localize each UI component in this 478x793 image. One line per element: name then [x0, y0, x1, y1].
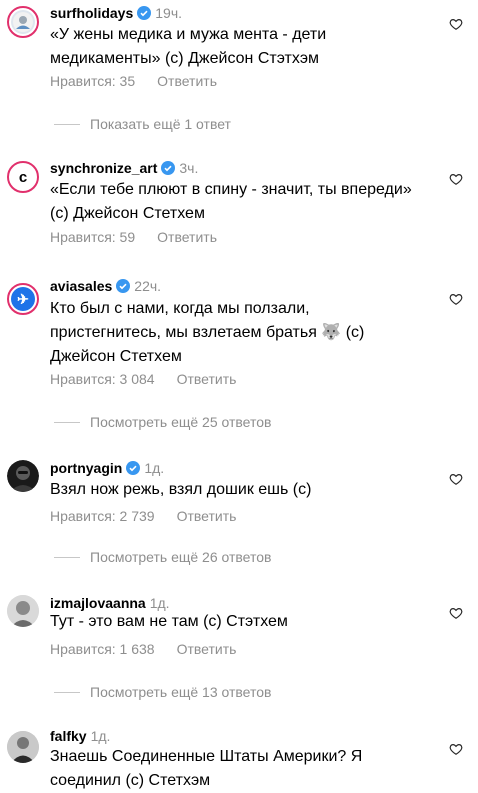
- avatar-image: [7, 731, 39, 763]
- divider-line: [54, 123, 80, 125]
- timestamp: 1д.: [90, 728, 111, 744]
- heart-icon[interactable]: [449, 17, 463, 31]
- likes-count[interactable]: Нравится: 2 739: [50, 508, 155, 524]
- avatar-logo: c: [11, 165, 35, 189]
- show-replies-label: Посмотреть ещё 26 ответов: [90, 549, 272, 565]
- comment-text: Знаешь Соединенные Штаты Америки? Я соед…: [50, 748, 363, 789]
- avatar[interactable]: c: [7, 161, 39, 193]
- person-photo-icon: [10, 466, 36, 492]
- person-photo-icon: [7, 731, 39, 763]
- avatar[interactable]: [7, 460, 39, 492]
- verified-badge-icon: [116, 279, 131, 293]
- username[interactable]: portnyagin: [50, 459, 122, 477]
- show-replies-button[interactable]: Посмотреть ещё 13 ответов: [54, 684, 271, 700]
- surfer-icon: [13, 12, 33, 32]
- comment-actions: Нравится: 3 084 Ответить: [50, 371, 236, 387]
- comment-header: aviasales 22ч.: [50, 277, 161, 295]
- avatar[interactable]: [7, 731, 39, 763]
- reply-button[interactable]: Ответить: [177, 371, 237, 387]
- divider-line: [54, 691, 80, 693]
- person-photo-icon: [7, 595, 39, 627]
- avatar-image: [11, 10, 35, 34]
- comment-actions: Нравится: 35 Ответить: [50, 73, 217, 89]
- reply-button[interactable]: Ответить: [157, 73, 217, 89]
- avatar[interactable]: ✈: [7, 283, 39, 315]
- comment-header: falfky 1д.: [50, 727, 110, 745]
- avatar[interactable]: [7, 595, 39, 627]
- timestamp: 1д.: [144, 460, 165, 476]
- show-replies-label: Посмотреть ещё 25 ответов: [90, 414, 272, 430]
- show-replies-button[interactable]: Показать ещё 1 ответ: [54, 116, 231, 132]
- show-replies-label: Посмотреть ещё 13 ответов: [90, 684, 272, 700]
- likes-count[interactable]: Нравится: 3 084: [50, 371, 155, 387]
- comment-text: Взял нож режь, взял дошик ешь (с): [50, 481, 312, 498]
- reply-button[interactable]: Ответить: [177, 508, 237, 524]
- reply-button[interactable]: Ответить: [157, 229, 217, 245]
- comment-text: Кто был с нами, когда мы ползали, присте…: [50, 300, 365, 365]
- divider-line: [54, 556, 80, 558]
- verified-badge-icon: [137, 6, 152, 20]
- verified-badge-icon: [126, 461, 141, 475]
- likes-count[interactable]: Нравится: 59: [50, 229, 135, 245]
- timestamp: 19ч.: [155, 5, 183, 21]
- show-replies-button[interactable]: Посмотреть ещё 25 ответов: [54, 414, 271, 430]
- reply-button[interactable]: Ответить: [177, 641, 237, 657]
- username[interactable]: falfky: [50, 727, 87, 745]
- comment-actions: Нравится: 1 638 Ответить: [50, 641, 236, 657]
- heart-icon[interactable]: [449, 606, 463, 620]
- heart-icon[interactable]: [449, 172, 463, 186]
- comment-text: «У жены медика и мужа мента - дети медик…: [50, 26, 327, 67]
- timestamp: 22ч.: [134, 278, 162, 294]
- divider-line: [54, 421, 80, 423]
- verified-badge-icon: [161, 161, 176, 175]
- comment-text: «Если тебе плюют в спину - значит, ты вп…: [50, 181, 412, 222]
- comment-actions: Нравится: 2 739 Ответить: [50, 508, 236, 524]
- comment-header: synchronize_art 3ч.: [50, 159, 198, 177]
- heart-icon[interactable]: [449, 472, 463, 486]
- avatar-image: [7, 460, 39, 492]
- comment-header: surfholidays 19ч.: [50, 4, 182, 22]
- likes-count[interactable]: Нравится: 1 638: [50, 641, 155, 657]
- likes-count[interactable]: Нравится: 35: [50, 73, 135, 89]
- avatar-logo: ✈: [11, 287, 35, 311]
- timestamp: 3ч.: [179, 160, 199, 176]
- avatar[interactable]: [7, 6, 39, 38]
- show-replies-label: Показать ещё 1 ответ: [90, 116, 231, 132]
- heart-icon[interactable]: [449, 742, 463, 756]
- username[interactable]: synchronize_art: [50, 159, 157, 177]
- avatar-image: [7, 595, 39, 627]
- username[interactable]: aviasales: [50, 277, 112, 295]
- username[interactable]: surfholidays: [50, 4, 133, 22]
- comment-text: Тут - это вам не там (с) Стэтхем: [50, 613, 288, 630]
- comment-actions: Нравится: 59 Ответить: [50, 229, 217, 245]
- comment-header: portnyagin 1д.: [50, 459, 164, 477]
- heart-icon[interactable]: [449, 292, 463, 306]
- show-replies-button[interactable]: Посмотреть ещё 26 ответов: [54, 549, 271, 565]
